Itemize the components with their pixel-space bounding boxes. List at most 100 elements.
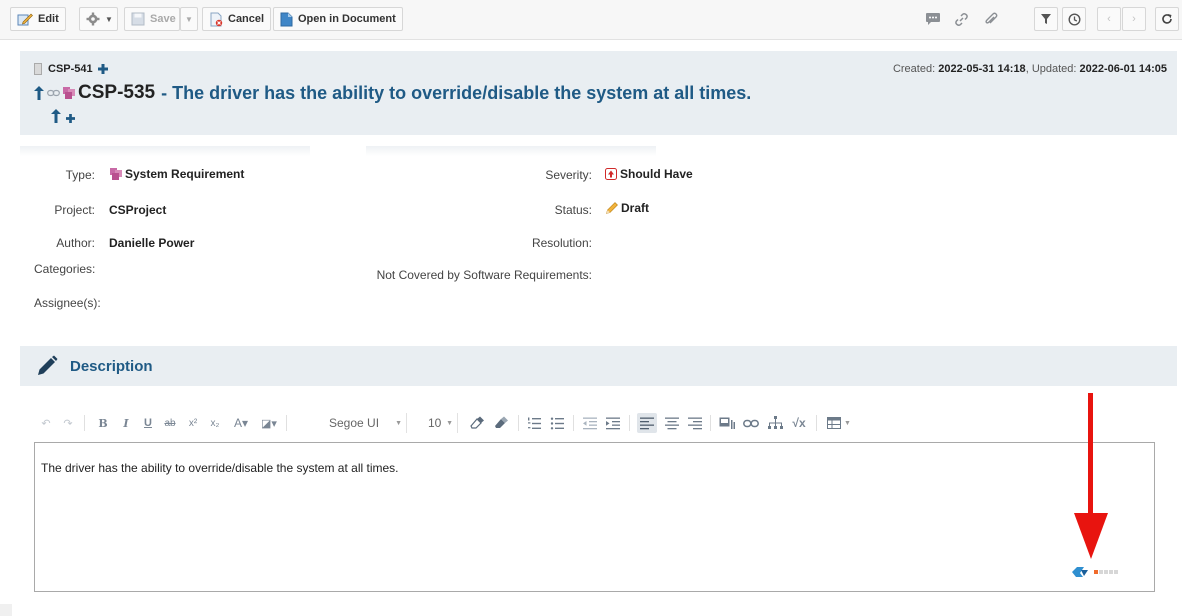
status-squares bbox=[1094, 570, 1118, 574]
author-value[interactable]: Danielle Power bbox=[109, 236, 194, 250]
insert-image-icon[interactable] bbox=[718, 413, 736, 433]
underline-icon[interactable]: U bbox=[141, 413, 155, 433]
align-right-icon[interactable] bbox=[687, 413, 703, 433]
rich-text-toolbar: ↶ ↷ B I U ab x² x₂ A▾ ◪▾ Segoe UI ▼ 10 ▼ bbox=[34, 410, 1034, 436]
font-family-select[interactable]: Segoe UI ▼ bbox=[295, 413, 407, 433]
attachment-icon[interactable] bbox=[982, 7, 1000, 31]
history-clock-icon[interactable] bbox=[1062, 7, 1086, 31]
grammar-checker-icon bbox=[1072, 567, 1088, 577]
child-actions bbox=[51, 109, 75, 123]
filter-icon[interactable] bbox=[1034, 7, 1058, 31]
toolbar-divider bbox=[286, 415, 287, 431]
item-title: - The driver has the ability to override… bbox=[161, 82, 752, 103]
created-label: Created: bbox=[892, 63, 936, 75]
insert-formula-icon[interactable]: √x bbox=[789, 413, 809, 433]
save-button-label: Save bbox=[150, 13, 176, 25]
created-updated-info: Created: 2022-05-31 14:18, Updated: 2022… bbox=[893, 63, 1167, 75]
link-icon[interactable] bbox=[952, 7, 970, 31]
status-square bbox=[1114, 570, 1118, 574]
previous-item-button[interactable]: ‹ bbox=[1097, 7, 1121, 31]
align-left-icon[interactable] bbox=[637, 413, 657, 433]
parent-reference: CSP-541 bbox=[34, 63, 108, 75]
indent-icon[interactable] bbox=[605, 413, 621, 433]
project-value[interactable]: CSProject bbox=[109, 203, 166, 217]
status-square bbox=[1099, 570, 1103, 574]
clear-format-icon[interactable] bbox=[492, 413, 510, 433]
caret-down-icon: ▼ bbox=[395, 419, 402, 427]
floppy-disk-icon bbox=[131, 12, 145, 26]
settings-dropdown-button[interactable]: ▼ bbox=[79, 7, 118, 31]
numbered-list-icon[interactable] bbox=[526, 413, 542, 433]
red-arrow-annotation bbox=[1074, 393, 1108, 559]
superscript-icon[interactable]: x² bbox=[186, 413, 200, 433]
refresh-icon bbox=[1162, 14, 1172, 24]
cancel-button-label: Cancel bbox=[228, 13, 265, 25]
caret-down-icon: ▼ bbox=[105, 14, 113, 24]
font-size-select[interactable]: 10 ▼ bbox=[410, 413, 458, 433]
bulleted-list-icon[interactable] bbox=[549, 413, 565, 433]
font-family-value: Segoe UI bbox=[329, 416, 380, 430]
cancel-button[interactable]: Cancel bbox=[202, 7, 272, 31]
grammar-checker-badge[interactable] bbox=[1072, 567, 1118, 577]
description-section-header: Description bbox=[20, 346, 1177, 386]
description-editor[interactable]: The driver has the ability to override/d… bbox=[34, 442, 1155, 592]
status-value[interactable]: Draft bbox=[605, 201, 649, 215]
status-label: Status: bbox=[554, 203, 592, 217]
status-square-active bbox=[1094, 570, 1098, 574]
add-icon[interactable] bbox=[66, 113, 75, 123]
save-options-dropdown[interactable]: ▼ bbox=[180, 7, 198, 31]
project-label: Project: bbox=[54, 203, 95, 217]
strikethrough-icon[interactable]: ab bbox=[161, 413, 179, 433]
align-center-icon[interactable] bbox=[664, 413, 680, 433]
caret-down-icon: ▼ bbox=[844, 419, 851, 427]
eraser-icon[interactable] bbox=[468, 413, 486, 433]
toolbar-divider bbox=[573, 415, 574, 431]
refresh-button[interactable] bbox=[1155, 7, 1179, 31]
cancel-document-icon bbox=[210, 12, 223, 26]
edit-button[interactable]: Edit bbox=[10, 7, 66, 31]
italic-icon[interactable]: I bbox=[119, 413, 133, 433]
updated-timestamp: 2022-06-01 14:05 bbox=[1079, 63, 1167, 75]
bold-icon[interactable]: B bbox=[96, 413, 110, 433]
comment-icon[interactable] bbox=[924, 7, 942, 31]
arrow-up-icon[interactable] bbox=[51, 109, 61, 123]
chevron-left-icon: ‹ bbox=[1107, 13, 1111, 25]
font-size-value: 10 bbox=[428, 416, 442, 430]
type-value[interactable]: System Requirement bbox=[109, 167, 244, 181]
insert-diagram-icon[interactable] bbox=[766, 413, 784, 433]
subscript-icon[interactable]: x₂ bbox=[208, 413, 222, 433]
parent-item-link[interactable]: CSP-541 bbox=[48, 63, 93, 75]
item-header-panel: CSP-541 Created: 2022-05-31 14:18, Updat… bbox=[20, 51, 1177, 135]
save-button[interactable]: Save bbox=[124, 7, 180, 31]
outdent-icon[interactable] bbox=[582, 413, 598, 433]
insert-link-icon[interactable] bbox=[742, 413, 760, 433]
severity-value[interactable]: Should Have bbox=[605, 167, 693, 181]
open-in-document-button[interactable]: Open in Document bbox=[273, 7, 403, 31]
insert-table-icon[interactable]: ▼ bbox=[824, 413, 854, 433]
font-color-icon[interactable]: A▾ bbox=[230, 413, 252, 433]
arrow-up-icon[interactable] bbox=[34, 86, 44, 100]
redo-icon[interactable]: ↷ bbox=[60, 413, 76, 433]
resolution-label: Resolution: bbox=[531, 236, 592, 250]
add-icon[interactable] bbox=[97, 64, 108, 74]
author-label: Author: bbox=[56, 236, 95, 250]
created-timestamp: 2022-05-31 14:18 bbox=[938, 63, 1026, 75]
status-square bbox=[1104, 570, 1108, 574]
not-covered-label: Not Covered by Software Requirements: bbox=[376, 268, 592, 282]
item-title-row: CSP-535 - The driver has the ability to … bbox=[34, 82, 751, 104]
next-item-button[interactable]: › bbox=[1122, 7, 1146, 31]
toolbar-divider bbox=[710, 415, 711, 431]
description-body[interactable]: The driver has the ability to override/d… bbox=[41, 461, 399, 475]
highlight-color-icon[interactable]: ◪▾ bbox=[258, 413, 280, 433]
pencil-icon bbox=[38, 355, 58, 375]
status-value-text: Draft bbox=[621, 201, 650, 215]
document-icon bbox=[280, 12, 293, 26]
priority-up-icon bbox=[605, 168, 617, 180]
top-toolbar: Edit ▼ Save ▼ Cancel Open in Document ‹ … bbox=[0, 0, 1182, 40]
chevron-right-icon: › bbox=[1132, 13, 1136, 25]
gear-icon bbox=[86, 12, 100, 26]
description-title: Description bbox=[70, 357, 153, 375]
edit-button-label: Edit bbox=[38, 13, 59, 25]
undo-icon[interactable]: ↶ bbox=[38, 413, 54, 433]
system-requirement-icon bbox=[110, 168, 122, 180]
